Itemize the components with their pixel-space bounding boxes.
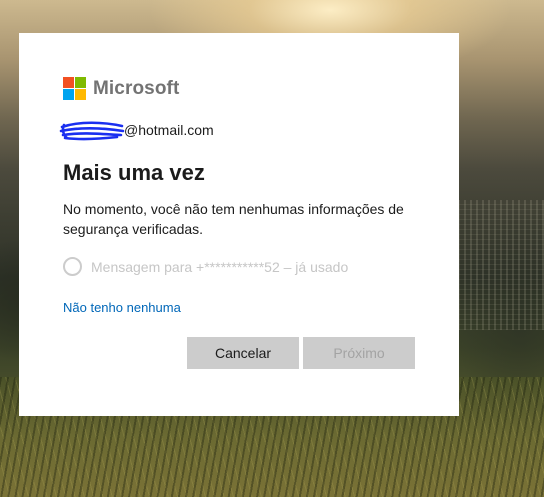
microsoft-logo-icon — [63, 77, 86, 100]
background-city — [458, 200, 544, 330]
cancel-button[interactable]: Cancelar — [187, 337, 299, 369]
description-text: No momento, você não tem nenhumas inform… — [63, 201, 404, 237]
next-button[interactable]: Próximo — [303, 337, 415, 369]
sms-option[interactable]: Mensagem para +***********52 – já usado — [63, 257, 348, 276]
page-title: Mais uma vez — [63, 160, 205, 185]
radio-button[interactable] — [63, 257, 82, 276]
brand-name: Microsoft — [93, 77, 180, 99]
account-email-domain: @hotmail.com — [124, 122, 214, 138]
sign-in-dialog: Microsoft @hotmail.com Mais uma vez No m… — [19, 33, 459, 416]
sms-option-label: Mensagem para +***********52 – já usado — [91, 258, 349, 275]
redaction-scribble — [59, 121, 125, 141]
no-options-link[interactable]: Não tenho nenhuma — [63, 300, 181, 315]
microsoft-brand: Microsoft — [63, 77, 179, 100]
